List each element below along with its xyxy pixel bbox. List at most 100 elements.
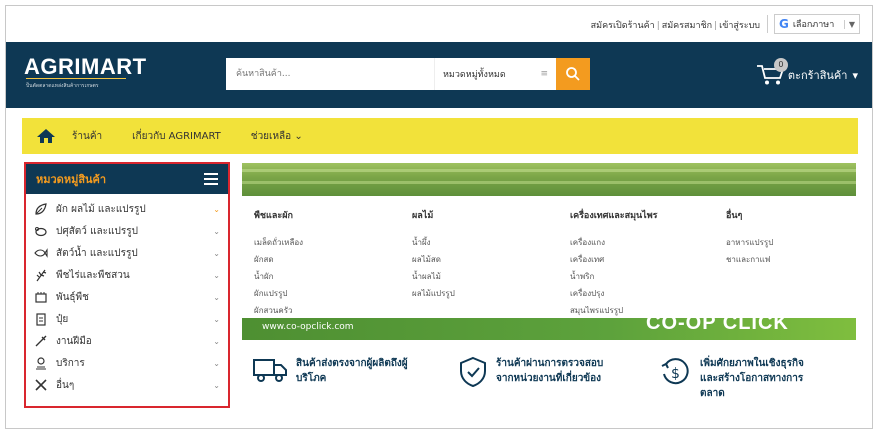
delivery-truck-icon xyxy=(252,356,288,388)
cart-label: ตะกร้าสินค้า xyxy=(787,69,848,82)
divider xyxy=(767,15,768,33)
mega-column-heading[interactable]: พืชและผัก xyxy=(254,208,303,222)
mega-column-fruits: ผลไม้ น้ำผึ้ง ผลไม้สด น้ำผลไม้ ผลไม้แปรร… xyxy=(412,208,455,302)
mega-link[interactable]: ผักสด xyxy=(254,251,303,268)
category-select-label: หมวดหมู่ทั้งหมด xyxy=(443,70,506,80)
mega-link[interactable]: ชาและกาแฟ xyxy=(726,251,773,268)
mega-link[interactable]: ผลไม้สด xyxy=(412,251,455,268)
mega-column-others: อื่นๆ อาหารแปรรูป ชาและกาแฟ xyxy=(726,208,773,268)
chevron-down-icon: ⌄ xyxy=(213,226,220,236)
nav-shops[interactable]: ร้านค้า xyxy=(72,129,102,144)
nav-help[interactable]: ช่วยเหลือ ⌄ xyxy=(251,129,303,144)
sidebar-item-label: งานฝีมือ xyxy=(56,335,92,347)
mega-link[interactable]: เครื่องแกง xyxy=(570,234,657,251)
site-logo[interactable]: AGRIMART xyxy=(24,54,147,80)
mega-column-heading[interactable]: อื่นๆ xyxy=(726,208,773,222)
sidebar-item-seeds[interactable]: พันธุ์พืช ⌄ xyxy=(26,286,228,308)
logo-underline xyxy=(26,78,126,79)
crop-icon xyxy=(32,268,50,282)
chevron-down-icon: ▼ xyxy=(843,19,855,29)
account-links: สมัครเปิดร้านค้า | สมัครสมาชิก | เข้าสู่ระบบ xyxy=(591,18,760,32)
sidebar-title: หมวดหมู่สินค้า xyxy=(36,173,107,186)
sidebar-item-others[interactable]: อื่นๆ ⌄ xyxy=(26,374,228,396)
mega-link[interactable]: น้ำพริก xyxy=(570,268,657,285)
chevron-down-icon: ⌄ xyxy=(213,314,220,324)
sidebar-item-crafts[interactable]: งานฝีมือ ⌄ xyxy=(26,330,228,352)
search-input[interactable] xyxy=(226,58,426,90)
mega-link[interactable]: เครื่องเทศ xyxy=(570,251,657,268)
sidebar-item-fertilizer[interactable]: ปุ๋ย ⌄ xyxy=(26,308,228,330)
feature-text: จากหน่วยงานที่เกี่ยวข้อง xyxy=(496,373,602,384)
mega-column-heading[interactable]: เครื่องเทศและสมุนไพร xyxy=(570,208,657,222)
livestock-icon xyxy=(32,224,50,238)
feature-text: ร้านค้าผ่านการตรวจสอบ xyxy=(496,358,604,369)
feature-text: และสร้างโอกาสทางการ xyxy=(700,373,804,384)
tools-icon xyxy=(32,378,50,392)
sidebar-item-crops[interactable]: พืชไร่และพืชสวน ⌄ xyxy=(26,264,228,286)
chevron-down-icon: ▾ xyxy=(852,68,858,82)
feature-text: เพิ่มศักยภาพในเชิงธุรกิจ xyxy=(700,358,804,369)
sidebar-item-label: อื่นๆ xyxy=(56,379,75,391)
cart-count-badge: 0 xyxy=(773,58,788,72)
sidebar-item-label: พืชไร่และพืชสวน xyxy=(56,269,130,281)
chevron-down-icon: ⌄ xyxy=(213,336,220,346)
craft-icon xyxy=(32,334,50,348)
link-separator: | xyxy=(656,21,660,31)
sidebar-item-vegetables[interactable]: ผัก ผลไม้ และแปรรูป ⌄ xyxy=(26,198,228,220)
feature-verified-shops: ร้านค้าผ่านการตรวจสอบ จากหน่วยงานที่เกี่… xyxy=(458,356,603,392)
login-link[interactable]: เข้าสู่ระบบ xyxy=(719,21,760,31)
mega-link[interactable]: ผลไม้แปรรูป xyxy=(412,285,455,302)
category-list: ผัก ผลไม้ และแปรรูป ⌄ ปศุสัตว์ และแปรรูป… xyxy=(26,194,228,396)
vegetable-icon xyxy=(32,202,50,216)
cart-button[interactable]: 0 ตะกร้าสินค้า ▾ xyxy=(756,58,858,86)
chevron-down-icon: ⌄ xyxy=(213,248,220,258)
mega-link[interactable]: เมล็ดถั่วเหลือง xyxy=(254,234,303,251)
mega-link[interactable]: ผักแปรรูป xyxy=(254,285,303,302)
sidebar-item-label: ปศุสัตว์ และแปรรูป xyxy=(56,225,138,237)
sidebar-header: หมวดหมู่สินค้า xyxy=(26,164,228,194)
sidebar-item-livestock[interactable]: ปศุสัตว์ และแปรรูป ⌄ xyxy=(26,220,228,242)
page-frame: สมัครเปิดร้านค้า | สมัครสมาชิก | เข้าสู่ระบบ… xyxy=(5,5,873,429)
seed-icon xyxy=(32,290,50,304)
search-bar: หมวดหมู่ทั้งหมด ≡ xyxy=(226,58,590,90)
main-header: AGRIMART ป็นตัดตลาดแหล่งสินค้าการเกษตร ห… xyxy=(6,42,872,108)
category-select[interactable]: หมวดหมู่ทั้งหมด ≡ xyxy=(434,58,556,90)
mega-link[interactable]: เครื่องปรุง xyxy=(570,285,657,302)
main-nav: ร้านค้า เกี่ยวกับ AGRIMART ช่วยเหลือ ⌄ xyxy=(22,118,858,154)
register-link[interactable]: สมัครสมาชิก xyxy=(662,21,712,31)
mega-link[interactable]: น้ำผึ้ง xyxy=(412,234,455,251)
mega-link[interactable]: อาหารแปรรูป xyxy=(726,234,773,251)
sidebar-item-label: ปุ๋ย xyxy=(56,313,69,325)
service-icon xyxy=(32,356,50,370)
mega-column-heading[interactable]: ผลไม้ xyxy=(412,208,455,222)
language-selector[interactable]: G เลือกภาษา ▼ xyxy=(774,14,860,34)
hamburger-icon[interactable] xyxy=(204,173,218,185)
search-button[interactable] xyxy=(556,58,590,90)
logo-text: AGRIMART xyxy=(24,54,147,79)
top-utility-bar: สมัครเปิดร้านค้า | สมัครสมาชิก | เข้าสู่ระบบ… xyxy=(6,6,872,42)
nav-about[interactable]: เกี่ยวกับ AGRIMART xyxy=(132,129,221,144)
fertilizer-icon xyxy=(32,312,50,326)
banner-url: www.co-opclick.com xyxy=(262,322,354,332)
menu-lines-icon: ≡ xyxy=(540,69,548,79)
sidebar-item-label: ผัก ผลไม้ และแปรรูป xyxy=(56,203,146,215)
feature-text: สินค้าส่งตรงจากผู้ผลิตถึงผู้ xyxy=(296,358,408,369)
logo-tagline: ป็นตัดตลาดแหล่งสินค้าการเกษตร xyxy=(26,83,99,89)
google-icon: G xyxy=(779,17,789,31)
sidebar-item-services[interactable]: บริการ ⌄ xyxy=(26,352,228,374)
mega-link[interactable]: น้ำผลไม้ xyxy=(412,268,455,285)
chevron-down-icon: ⌄ xyxy=(213,270,220,280)
open-shop-link[interactable]: สมัครเปิดร้านค้า xyxy=(591,21,655,31)
chevron-down-icon: ⌄ xyxy=(213,292,220,302)
mega-link[interactable]: ผักสวนครัว xyxy=(254,302,303,319)
sidebar-item-label: บริการ xyxy=(56,357,85,369)
sidebar-item-seafood[interactable]: สัตว์น้ำ และแปรรูป ⌄ xyxy=(26,242,228,264)
category-sidebar: หมวดหมู่สินค้า ผัก ผลไม้ และแปรรูป ⌄ ปศุ… xyxy=(24,162,230,408)
mega-link[interactable]: น้ำผัก xyxy=(254,268,303,285)
chevron-down-icon: ⌄ xyxy=(213,358,220,368)
mega-column-vegetables: พืชและผัก เมล็ดถั่วเหลือง ผักสด น้ำผัก ผ… xyxy=(254,208,303,319)
home-icon[interactable] xyxy=(36,128,56,144)
feature-business-growth: $ เพิ่มศักยภาพในเชิงธุรกิจ และสร้างโอกาส… xyxy=(660,356,804,401)
language-label: เลือกภาษา xyxy=(792,20,835,30)
mega-link[interactable]: สมุนไพรแปรรูป xyxy=(570,302,657,319)
